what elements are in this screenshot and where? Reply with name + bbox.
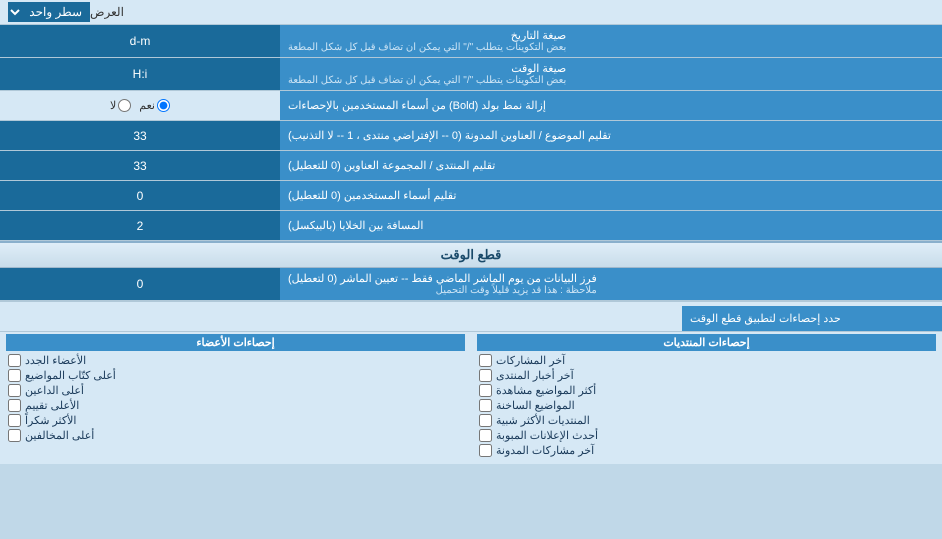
cb-forum-news-check[interactable] <box>479 369 492 382</box>
forum-stats-header: إحصاءات المنتديات <box>477 334 936 351</box>
username-limit-row: تقليم أسماء المستخدمين (0 للتعطيل) <box>0 181 942 211</box>
topic-title-limit-row: تقليم الموضوع / العناوين المدونة (0 -- ا… <box>0 121 942 151</box>
gap-cells-row: المسافة بين الخلايا (بالبيكسل) <box>0 211 942 241</box>
member-stats-column: إحصاءات الأعضاء الأعضاء الجدد أعلى كتّاب… <box>0 332 471 460</box>
forum-stats-column: إحصاءات المنتديات آخر المشاركات آخر أخبا… <box>471 332 942 460</box>
checkboxes-columns: إحصاءات المنتديات آخر المشاركات آخر أخبا… <box>0 332 942 460</box>
cb-member-new-label: الأعضاء الجدد <box>25 354 86 367</box>
topic-title-limit-label: تقليم الموضوع / العناوين المدونة (0 -- ا… <box>280 121 942 150</box>
checkboxes-top-content <box>0 306 682 331</box>
cb-forum-blog-posts-check[interactable] <box>479 444 492 457</box>
section-header: قطع الوقت <box>0 241 942 268</box>
cb-forum-news-label: آخر أخبار المنتدى <box>496 369 574 382</box>
cb-member-top-violators: أعلى المخالفين <box>6 428 465 443</box>
forum-topic-limit-container <box>0 151 280 180</box>
username-limit-label: تقليم أسماء المستخدمين (0 للتعطيل) <box>280 181 942 210</box>
radio-yes[interactable] <box>157 99 170 112</box>
cb-member-top-invites-label: أعلى الداعين <box>25 384 84 397</box>
gap-cells-label: المسافة بين الخلايا (بالبيكسل) <box>280 211 942 240</box>
date-format-input[interactable] <box>6 34 274 48</box>
cutoff-container <box>0 268 280 300</box>
radio-yes-label[interactable]: نعم <box>139 99 170 112</box>
header-row: العرض سطر واحد سطرين ثلاثة أسطر <box>0 0 942 25</box>
bold-usernames-label: إزالة نمط بولد (Bold) من أسماء المستخدمي… <box>280 91 942 120</box>
cutoff-label: فرز البيانات من يوم الماشر الماضي فقط --… <box>280 268 942 300</box>
cb-forum-latest-posts-check[interactable] <box>479 354 492 367</box>
time-format-label: صيغة الوقت بعض التكوينات يتطلب "/" التي … <box>280 58 942 90</box>
cb-member-top-violators-label: أعلى المخالفين <box>25 429 94 442</box>
cb-member-top-rated-label: الأعلى تقييم <box>25 399 79 412</box>
bold-radio-group: نعم لا <box>0 91 280 120</box>
cb-member-top-writers-check[interactable] <box>8 369 21 382</box>
cb-member-new: الأعضاء الجدد <box>6 353 465 368</box>
time-format-row: صيغة الوقت بعض التكوينات يتطلب "/" التي … <box>0 58 942 91</box>
cb-forum-blog-posts-label: آخر مشاركات المدونة <box>496 444 594 457</box>
header-label: العرض <box>90 5 124 19</box>
cb-member-top-rated-check[interactable] <box>8 399 21 412</box>
cb-member-most-thanks-check[interactable] <box>8 414 21 427</box>
cb-forum-most-similar: المنتديات الأكثر شبية <box>477 413 936 428</box>
checkboxes-area: حدد إحصاءات لتطبيق قطع الوقت إحصاءات الم… <box>0 301 942 464</box>
gap-cells-container <box>0 211 280 240</box>
date-format-row: صيغة التاريخ بعض التكوينات يتطلب "/" الت… <box>0 25 942 58</box>
checkboxes-top-label: حدد إحصاءات لتطبيق قطع الوقت <box>682 306 942 331</box>
cb-forum-news: آخر أخبار المنتدى <box>477 368 936 383</box>
cb-member-top-rated: الأعلى تقييم <box>6 398 465 413</box>
forum-topic-limit-row: تقليم المنتدى / المجموعة العناوين (0 للت… <box>0 151 942 181</box>
radio-no-label[interactable]: لا <box>110 99 131 112</box>
forum-topic-limit-input[interactable] <box>6 159 274 173</box>
checkboxes-top-row: حدد إحصاءات لتطبيق قطع الوقت <box>0 306 942 332</box>
cb-member-new-check[interactable] <box>8 354 21 367</box>
cb-forum-most-viewed-label: أكثر المواضيع مشاهدة <box>496 384 596 397</box>
username-limit-container <box>0 181 280 210</box>
cb-member-top-writers-label: أعلى كتّاب المواضيع <box>25 369 116 382</box>
cb-forum-hot-topics: المواضيع الساخنة <box>477 398 936 413</box>
cb-forum-ads-check[interactable] <box>479 429 492 442</box>
forum-topic-limit-label: تقليم المنتدى / المجموعة العناوين (0 للت… <box>280 151 942 180</box>
cb-member-top-violators-check[interactable] <box>8 429 21 442</box>
gap-cells-input[interactable] <box>6 219 274 233</box>
date-format-input-container <box>0 25 280 57</box>
time-format-input-container <box>0 58 280 90</box>
cb-member-top-writers: أعلى كتّاب المواضيع <box>6 368 465 383</box>
cb-forum-hot-topics-label: المواضيع الساخنة <box>496 399 575 412</box>
cb-forum-most-similar-check[interactable] <box>479 414 492 427</box>
radio-no[interactable] <box>118 99 131 112</box>
date-format-label: صيغة التاريخ بعض التكوينات يتطلب "/" الت… <box>280 25 942 57</box>
cutoff-row: فرز البيانات من يوم الماشر الماضي فقط --… <box>0 268 942 301</box>
cb-forum-most-viewed: أكثر المواضيع مشاهدة <box>477 383 936 398</box>
cb-forum-ads-label: أحدث الإعلانات المبوبة <box>496 429 598 442</box>
cb-member-most-thanks: الأكثر شكراً <box>6 413 465 428</box>
username-limit-input[interactable] <box>6 189 274 203</box>
cb-member-most-thanks-label: الأكثر شكراً <box>25 414 76 427</box>
cb-forum-hot-topics-check[interactable] <box>479 399 492 412</box>
cb-forum-latest-posts-label: آخر المشاركات <box>496 354 565 367</box>
cutoff-input[interactable] <box>6 277 274 291</box>
topic-title-limit-container <box>0 121 280 150</box>
cb-member-top-invites-check[interactable] <box>8 384 21 397</box>
cb-forum-most-similar-label: المنتديات الأكثر شبية <box>496 414 590 427</box>
cb-forum-most-viewed-check[interactable] <box>479 384 492 397</box>
topic-title-limit-input[interactable] <box>6 129 274 143</box>
display-dropdown[interactable]: سطر واحد سطرين ثلاثة أسطر <box>8 2 90 22</box>
cb-member-top-invites: أعلى الداعين <box>6 383 465 398</box>
cb-forum-ads: أحدث الإعلانات المبوبة <box>477 428 936 443</box>
cb-forum-latest-posts: آخر المشاركات <box>477 353 936 368</box>
member-stats-header: إحصاءات الأعضاء <box>6 334 465 351</box>
bold-usernames-row: إزالة نمط بولد (Bold) من أسماء المستخدمي… <box>0 91 942 121</box>
time-format-input[interactable] <box>6 67 274 81</box>
cb-forum-blog-posts: آخر مشاركات المدونة <box>477 443 936 458</box>
